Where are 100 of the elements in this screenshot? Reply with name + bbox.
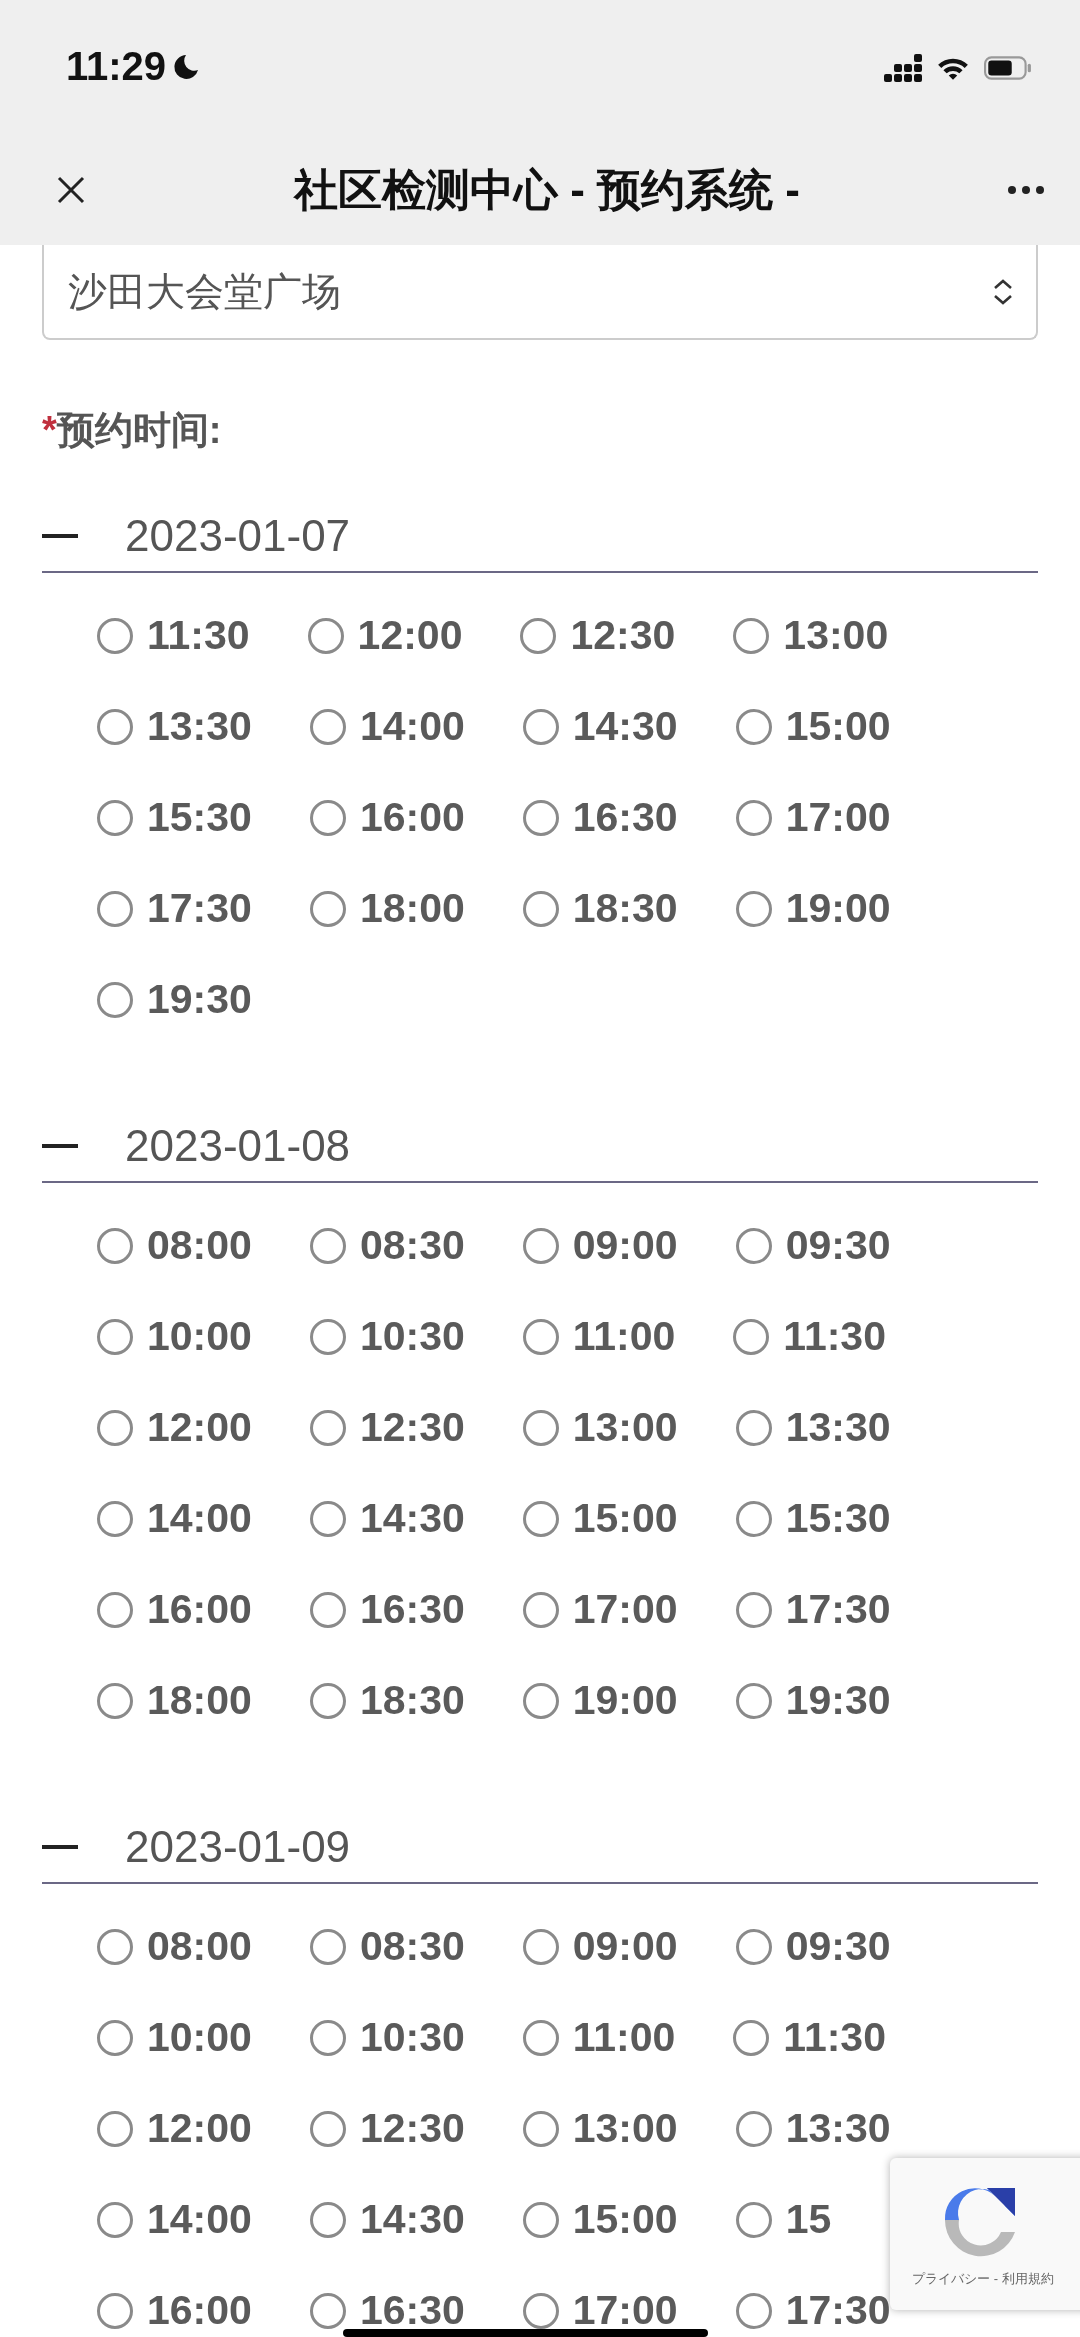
radio-button[interactable]	[733, 1318, 770, 1355]
radio-button[interactable]	[97, 2292, 133, 2329]
radio-button[interactable]	[309, 799, 346, 836]
radio-button[interactable]	[522, 1409, 559, 1446]
time-option[interactable]: 16:00	[147, 1590, 252, 1629]
time-option[interactable]: 16:30	[359, 1590, 465, 1629]
radio-button[interactable]	[97, 1500, 133, 1537]
time-option[interactable]: 13:30	[147, 707, 252, 746]
time-option[interactable]: 13:00	[783, 616, 889, 655]
radio-button[interactable]	[309, 1682, 346, 1719]
day-header[interactable]: 2023-01-07	[42, 500, 1038, 573]
radio-button[interactable]	[97, 1682, 133, 1719]
time-option[interactable]: 16:00	[359, 798, 465, 837]
radio-button[interactable]	[522, 1682, 559, 1719]
time-option[interactable]: 08:00	[147, 1927, 252, 1966]
privacy-terms-links[interactable]: プライバシー - 利用規約	[912, 2270, 1054, 2288]
radio-button[interactable]	[735, 1409, 772, 1446]
time-option[interactable]: 17:00	[785, 798, 891, 837]
time-option[interactable]: 17:30	[785, 1590, 891, 1629]
time-option[interactable]: 18:30	[572, 889, 678, 928]
time-option[interactable]: 19:00	[785, 889, 891, 928]
radio-button[interactable]	[309, 1500, 346, 1537]
time-option[interactable]: 16:00	[147, 2291, 252, 2330]
time-option[interactable]: 08:00	[147, 1226, 252, 1265]
radio-button[interactable]	[733, 617, 770, 654]
radio-button[interactable]	[735, 1227, 772, 1264]
time-option[interactable]: 14:00	[147, 2200, 252, 2239]
radio-button[interactable]	[520, 617, 557, 654]
time-option[interactable]: 11:00	[572, 2018, 676, 2057]
radio-button[interactable]	[735, 890, 772, 927]
time-option[interactable]: 16:30	[572, 798, 678, 837]
time-option[interactable]: 15:30	[147, 798, 252, 837]
time-option[interactable]: 09:30	[785, 1927, 891, 1966]
radio-button[interactable]	[522, 2019, 559, 2056]
radio-button[interactable]	[97, 1318, 133, 1355]
time-option[interactable]: 10:00	[147, 2018, 252, 2057]
time-option[interactable]: 09:00	[572, 1226, 678, 1265]
radio-button[interactable]	[735, 1591, 772, 1628]
time-option[interactable]: 18:00	[147, 1681, 252, 1720]
time-option[interactable]: 15:30	[785, 1499, 891, 1538]
time-option[interactable]: 13:30	[785, 2109, 891, 2148]
radio-button[interactable]	[522, 2110, 559, 2147]
radio-button[interactable]	[733, 2019, 770, 2056]
time-option[interactable]: 10:00	[147, 1317, 252, 1356]
close-icon[interactable]	[56, 175, 86, 205]
radio-button[interactable]	[97, 1227, 133, 1264]
location-select[interactable]: 沙田大会堂广场	[42, 245, 1038, 340]
radio-button[interactable]	[97, 1591, 133, 1628]
time-option[interactable]: 19:30	[785, 1681, 891, 1720]
time-option[interactable]: 11:30	[783, 2018, 886, 2057]
time-option[interactable]: 09:00	[572, 1927, 678, 1966]
radio-button[interactable]	[97, 799, 133, 836]
radio-button[interactable]	[522, 1591, 559, 1628]
radio-button[interactable]	[309, 2019, 346, 2056]
time-option[interactable]: 17:00	[572, 1590, 678, 1629]
radio-button[interactable]	[97, 617, 133, 654]
radio-button[interactable]	[522, 1227, 559, 1264]
time-option[interactable]: 13:00	[572, 1408, 678, 1447]
radio-button[interactable]	[735, 2201, 772, 2238]
time-option[interactable]: 12:00	[147, 2109, 252, 2148]
radio-button[interactable]	[522, 708, 559, 745]
time-option[interactable]: 10:30	[359, 1317, 465, 1356]
time-option[interactable]: 11:30	[147, 616, 250, 655]
time-option[interactable]: 11:00	[572, 1317, 676, 1356]
time-option[interactable]: 11:30	[783, 1317, 886, 1356]
time-option[interactable]: 12:30	[359, 1408, 465, 1447]
radio-button[interactable]	[97, 2110, 133, 2147]
time-option[interactable]: 13:30	[785, 1408, 891, 1447]
time-option[interactable]: 12:30	[359, 2109, 465, 2148]
radio-button[interactable]	[97, 1409, 133, 1446]
radio-button[interactable]	[97, 1928, 133, 1965]
time-option[interactable]: 19:00	[572, 1681, 678, 1720]
time-option[interactable]: 12:00	[357, 616, 463, 655]
radio-button[interactable]	[522, 2201, 559, 2238]
radio-button[interactable]	[97, 981, 133, 1018]
time-option[interactable]: 14:30	[359, 1499, 465, 1538]
radio-button[interactable]	[309, 2292, 346, 2329]
radio-button[interactable]	[309, 1318, 346, 1355]
radio-button[interactable]	[309, 2201, 346, 2238]
radio-button[interactable]	[522, 1928, 559, 1965]
time-option[interactable]: 10:30	[359, 2018, 465, 2057]
radio-button[interactable]	[309, 890, 346, 927]
time-option[interactable]: 19:30	[147, 980, 252, 1019]
time-option[interactable]: 08:30	[359, 1226, 465, 1265]
time-option[interactable]: 18:30	[359, 1681, 465, 1720]
radio-button[interactable]	[97, 2201, 133, 2238]
time-option[interactable]: 15:00	[572, 1499, 678, 1538]
radio-button[interactable]	[522, 1500, 559, 1537]
radio-button[interactable]	[735, 799, 772, 836]
time-option[interactable]: 12:00	[147, 1408, 252, 1447]
radio-button[interactable]	[97, 2019, 133, 2056]
radio-button[interactable]	[735, 1500, 772, 1537]
radio-button[interactable]	[97, 890, 133, 927]
time-option[interactable]: 16:30	[359, 2291, 465, 2330]
time-option[interactable]: 14:00	[147, 1499, 252, 1538]
time-option[interactable]: 08:30	[359, 1927, 465, 1966]
day-header[interactable]: 2023-01-09	[42, 1811, 1038, 1884]
day-header[interactable]: 2023-01-08	[42, 1110, 1038, 1183]
radio-button[interactable]	[307, 617, 344, 654]
time-option[interactable]: 17:30	[147, 889, 252, 928]
